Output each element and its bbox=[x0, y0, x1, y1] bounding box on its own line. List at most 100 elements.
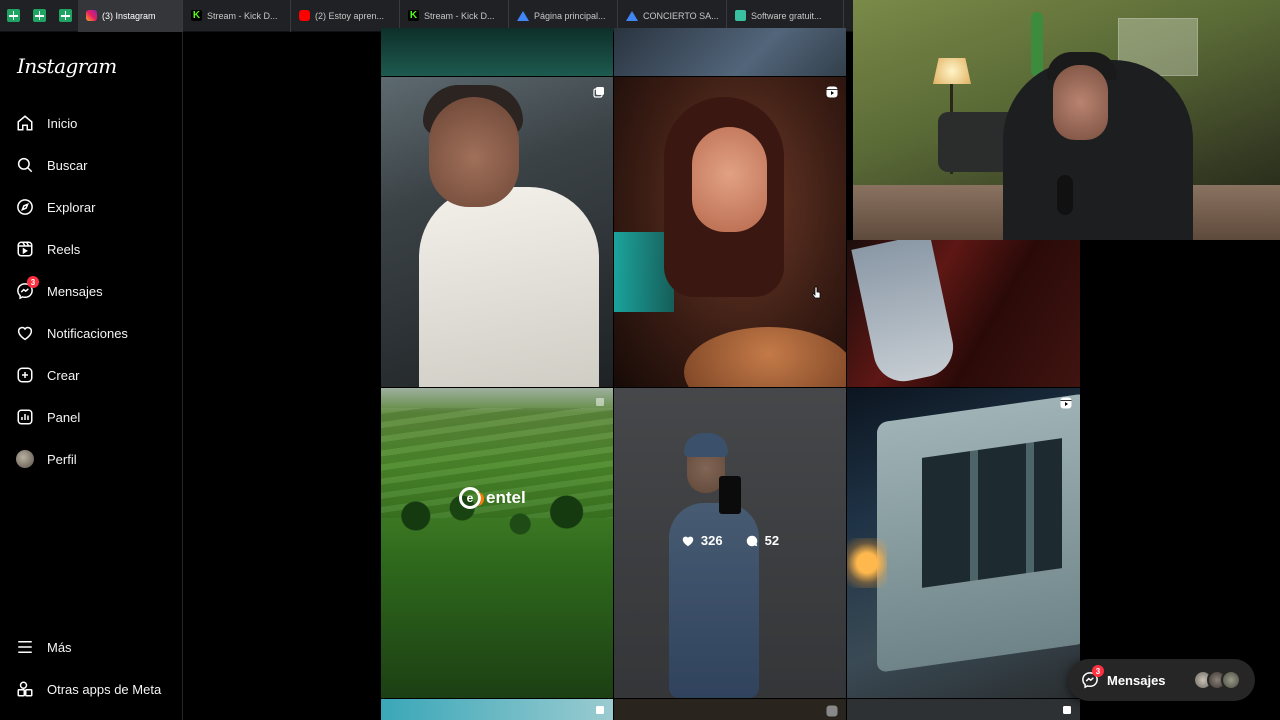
drive-icon bbox=[517, 10, 529, 21]
pinned-tab-sheets-2[interactable] bbox=[26, 0, 52, 32]
kick-icon: K bbox=[408, 10, 419, 21]
post-tile[interactable] bbox=[614, 28, 846, 76]
sidebar-item-meta-apps[interactable]: Otras apps de Meta bbox=[16, 674, 176, 704]
sidebar-item-crear[interactable]: Crear bbox=[16, 360, 176, 390]
post-image-content bbox=[922, 438, 1062, 588]
notification-badge: 3 bbox=[1092, 665, 1104, 677]
sidebar-item-buscar[interactable]: Buscar bbox=[16, 150, 176, 180]
sidebar-item-mas[interactable]: Más bbox=[16, 632, 176, 662]
drive-icon bbox=[626, 10, 638, 21]
youtube-icon bbox=[299, 10, 310, 21]
messages-label: Mensajes bbox=[1107, 672, 1166, 688]
notification-badge: 3 bbox=[27, 276, 39, 288]
sidebar-item-label: Inicio bbox=[47, 115, 78, 131]
sidebar-item-label: Perfil bbox=[47, 451, 77, 467]
plus-square-icon bbox=[16, 366, 34, 384]
likes-count: 326 bbox=[700, 533, 723, 548]
sidebar-item-notificaciones[interactable]: Notificaciones bbox=[16, 318, 176, 348]
sidebar: Instagram Inicio Buscar Explorar Reels 3… bbox=[0, 32, 183, 720]
entel-icon: e bbox=[459, 487, 484, 509]
post-tile[interactable] bbox=[381, 699, 613, 720]
sidebar-item-label: Otras apps de Meta bbox=[47, 681, 162, 697]
compass-icon bbox=[16, 198, 34, 216]
sidebar-item-label: Panel bbox=[47, 409, 81, 425]
browser-tab-kick-2[interactable]: K Stream - Kick D... bbox=[400, 0, 509, 32]
post-tile[interactable]: e entel bbox=[381, 388, 613, 698]
reel-icon bbox=[826, 704, 838, 717]
comments-count: 52 bbox=[764, 533, 780, 548]
tab-label: Stream - Kick D... bbox=[207, 10, 278, 21]
messenger-icon: 3 bbox=[16, 276, 39, 300]
menu-icon bbox=[16, 638, 34, 656]
post-tile[interactable] bbox=[381, 28, 613, 76]
sidebar-item-label: Mensajes bbox=[47, 283, 103, 299]
reels-icon bbox=[16, 240, 34, 258]
post-image-content bbox=[847, 538, 887, 588]
likes-stat: 326 bbox=[681, 533, 723, 548]
message-avatars bbox=[1193, 670, 1241, 690]
browser-tab-drive[interactable]: Página principal... bbox=[509, 0, 618, 32]
sidebar-item-mensajes[interactable]: 3 Mensajes bbox=[16, 276, 176, 306]
avatar bbox=[1221, 670, 1241, 690]
sidebar-item-perfil[interactable]: Perfil bbox=[16, 444, 176, 474]
tab-label: Página principal... bbox=[534, 10, 606, 21]
comment-icon bbox=[746, 535, 757, 546]
tab-label: Software gratuit... bbox=[751, 10, 822, 21]
sidebar-item-inicio[interactable]: Inicio bbox=[16, 108, 176, 138]
post-image-content bbox=[851, 240, 959, 387]
browser-tab-drive-2[interactable]: CONCIERTO SA... bbox=[618, 0, 727, 32]
sidebar-item-panel[interactable]: Panel bbox=[16, 402, 176, 432]
reel-icon bbox=[1060, 396, 1072, 409]
cursor-icon bbox=[812, 286, 821, 299]
sidebar-item-explorar[interactable]: Explorar bbox=[16, 192, 176, 222]
post-tile-hovered[interactable]: 326 52 bbox=[614, 388, 846, 698]
dashboard-icon bbox=[16, 408, 34, 426]
software-icon bbox=[735, 10, 746, 21]
instagram-logo[interactable]: Instagram bbox=[17, 54, 117, 78]
streamer-webcam bbox=[853, 0, 1280, 240]
browser-tab-software[interactable]: Software gratuit... bbox=[727, 0, 844, 32]
tab-label: Stream - Kick D... bbox=[424, 10, 495, 21]
post-image-content bbox=[419, 187, 599, 387]
reel-icon bbox=[826, 85, 838, 98]
instagram-icon bbox=[86, 10, 97, 21]
pinned-tab-sheets-3[interactable] bbox=[52, 0, 78, 32]
sidebar-item-label: Crear bbox=[47, 367, 80, 383]
profile-avatar-wrap bbox=[16, 450, 34, 468]
tab-label: CONCIERTO SA... bbox=[643, 10, 719, 21]
sheets-icon bbox=[6, 9, 20, 22]
webcam-content bbox=[933, 58, 971, 84]
pinned-tab-sheets-1[interactable] bbox=[0, 0, 26, 32]
webcam-content bbox=[1031, 12, 1043, 77]
tab-label: (3) Instagram bbox=[102, 10, 156, 21]
sidebar-item-label: Explorar bbox=[47, 199, 96, 215]
post-tile[interactable] bbox=[847, 388, 1080, 698]
sidebar-item-reels[interactable]: Reels bbox=[16, 234, 176, 264]
sheets-icon bbox=[58, 9, 72, 22]
brand-label: entel bbox=[486, 488, 526, 507]
carousel-icon bbox=[1060, 704, 1072, 716]
messages-button[interactable]: 3 Mensajes bbox=[1068, 659, 1255, 701]
post-tile[interactable] bbox=[614, 699, 846, 720]
post-tile[interactable] bbox=[614, 77, 846, 387]
post-image-content bbox=[692, 127, 767, 232]
webcam-content bbox=[1053, 65, 1108, 140]
carousel-icon bbox=[593, 85, 605, 98]
sidebar-item-label: Más bbox=[47, 639, 72, 655]
browser-tab-instagram[interactable]: (3) Instagram bbox=[78, 0, 183, 32]
post-stats: 326 52 bbox=[614, 533, 846, 548]
browser-tab-youtube[interactable]: (2) Estoy apren... bbox=[291, 0, 400, 32]
post-image-content bbox=[429, 97, 519, 207]
browser-tab-kick[interactable]: K Stream - Kick D... bbox=[183, 0, 291, 32]
meta-apps-icon bbox=[16, 680, 34, 698]
post-tile[interactable] bbox=[847, 699, 1080, 720]
post-tile[interactable] bbox=[381, 77, 613, 387]
post-tile[interactable] bbox=[847, 240, 1080, 387]
post-image-content bbox=[684, 327, 846, 387]
tab-label: (2) Estoy apren... bbox=[315, 10, 385, 21]
sidebar-item-label: Reels bbox=[47, 241, 81, 257]
search-icon bbox=[16, 156, 34, 174]
home-icon bbox=[16, 114, 34, 132]
messenger-icon: 3 bbox=[1081, 665, 1104, 689]
carousel-icon bbox=[593, 396, 605, 408]
